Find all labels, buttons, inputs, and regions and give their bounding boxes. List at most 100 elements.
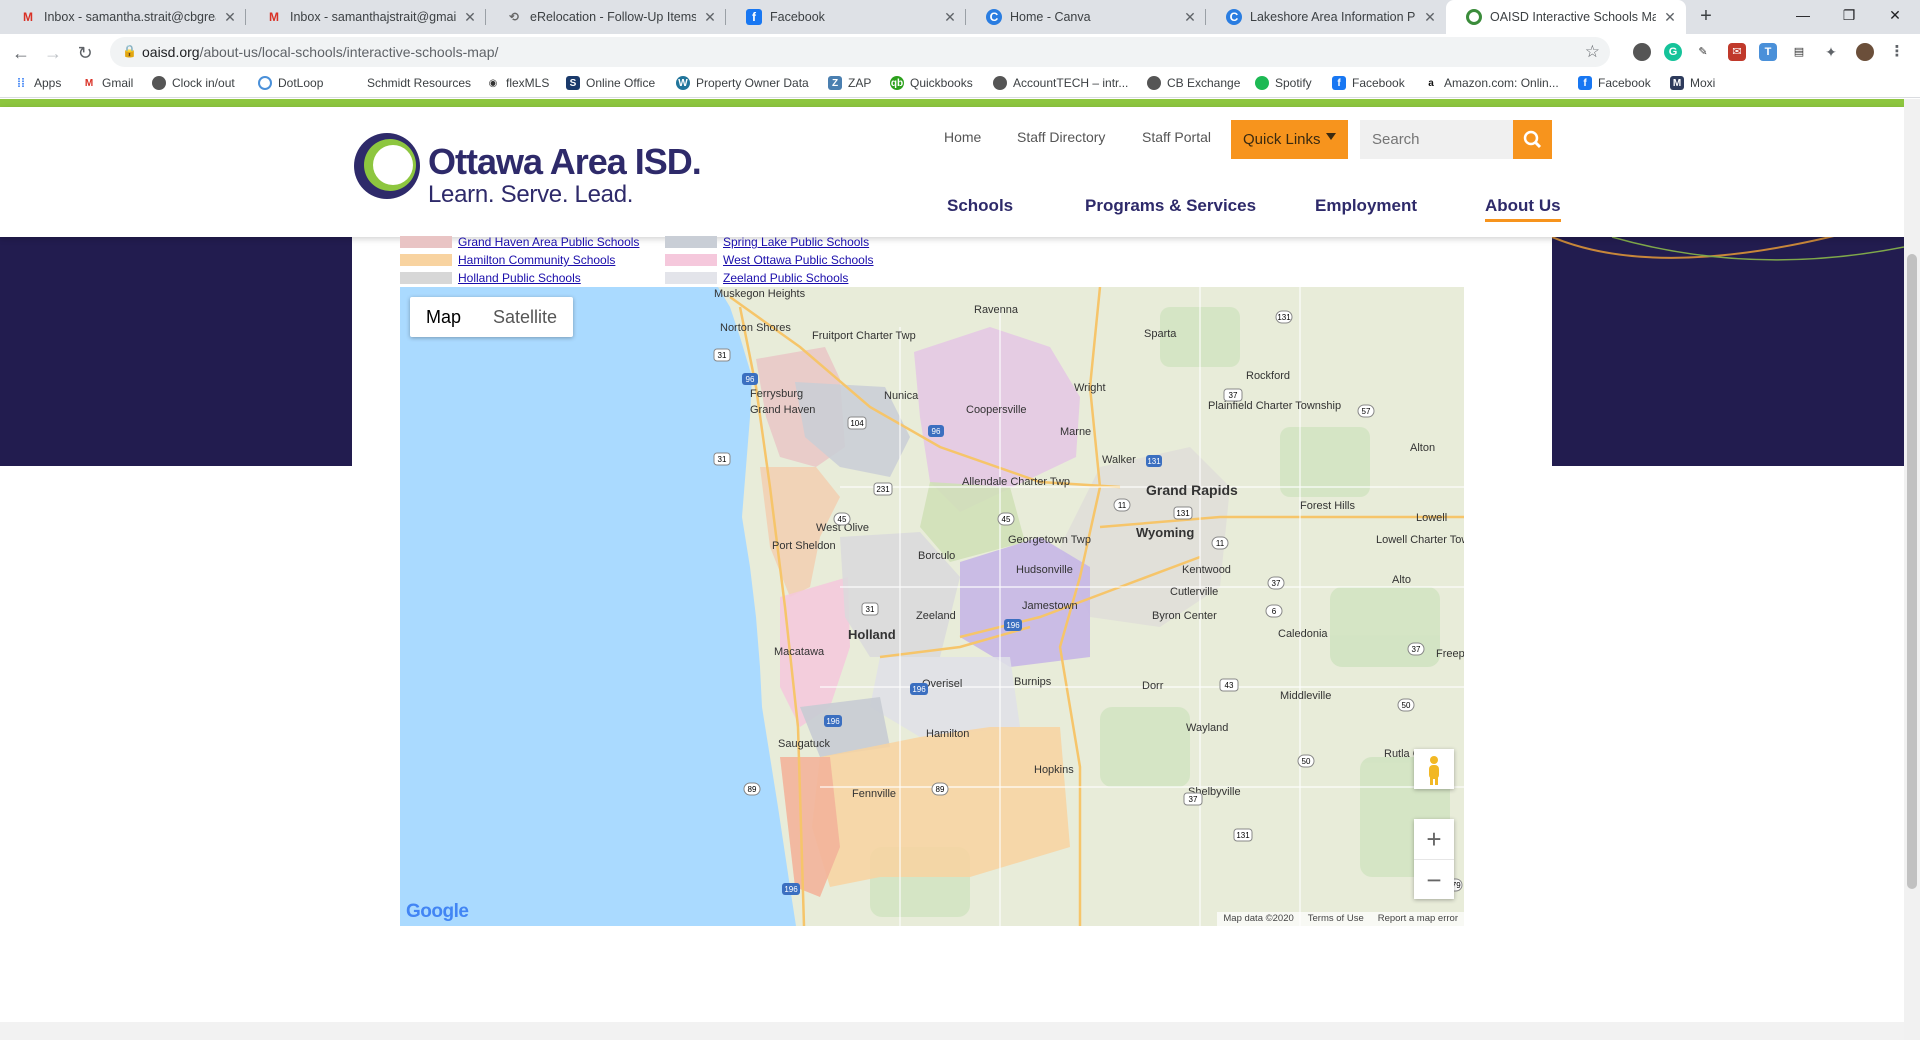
close-icon[interactable]: ✕ <box>1422 9 1438 26</box>
bookmark-item[interactable]: M Moxi <box>1670 76 1715 90</box>
tab-title: Facebook <box>770 10 825 24</box>
minimize-icon[interactable]: — <box>1780 0 1826 30</box>
legend-link[interactable]: Hamilton Community Schools <box>458 253 615 267</box>
report-map-error-link[interactable]: Report a map error <box>1378 912 1458 926</box>
place-label: Kentwood <box>1182 564 1231 576</box>
forward-icon[interactable]: → <box>40 40 66 66</box>
scrollbar-thumb[interactable] <box>1907 254 1917 889</box>
close-icon[interactable]: ✕ <box>702 9 718 26</box>
quick-links-button[interactable]: Quick Links <box>1231 120 1348 159</box>
bookmark-item[interactable]: W Property Owner Data <box>676 76 809 90</box>
close-icon[interactable]: ✕ <box>1662 9 1678 26</box>
place-label: Dorr <box>1142 680 1164 692</box>
bookmark-star-icon[interactable]: ☆ <box>1585 42 1600 62</box>
browser-tab[interactable]: ⟲ eRelocation - Follow-Up Items D ✕ <box>486 0 726 34</box>
map-data-credit: Map data ©2020 <box>1223 913 1294 924</box>
place-label: Sparta <box>1144 328 1177 340</box>
place-label: Freepo <box>1436 648 1464 660</box>
bookmark-item[interactable]: M Gmail <box>82 76 133 90</box>
route-shield: 196 <box>910 683 928 695</box>
close-icon[interactable]: ✕ <box>222 9 238 26</box>
page-viewport: Ottawa Area ISD. Learn. Serve. Lead. Hom… <box>0 99 1904 1040</box>
place-label: Grand Haven <box>750 404 815 416</box>
map-canvas[interactable]: Muskegon Heights Norton Shores Fruitport… <box>400 287 1464 926</box>
profile-avatar[interactable] <box>1856 43 1874 61</box>
tab-title: Lakeshore Area Information Pack <box>1250 10 1416 24</box>
browser-tab[interactable]: M Inbox - samanthajstrait@gmail.co ✕ <box>246 0 486 34</box>
legend-item[interactable]: Holland Public Schools <box>400 271 581 285</box>
legend-item[interactable]: Hamilton Community Schools <box>400 253 615 267</box>
map-type-satellite-button[interactable]: Satellite <box>477 297 573 337</box>
bookmark-item[interactable]: Z ZAP <box>828 76 871 90</box>
reload-icon[interactable]: ↻ <box>72 40 98 66</box>
bookmark-item[interactable]: qb Quickbooks <box>890 76 973 90</box>
pegman-icon[interactable] <box>1414 749 1454 789</box>
legend-item[interactable]: Grand Haven Area Public Schools <box>400 235 639 249</box>
document-extension-icon[interactable]: ▤ <box>1790 43 1808 61</box>
browser-tab[interactable]: f Facebook ✕ <box>726 0 966 34</box>
new-tab-button[interactable]: + <box>1694 5 1718 29</box>
legend-item[interactable]: Zeeland Public Schools <box>665 271 848 285</box>
search-button[interactable] <box>1513 120 1552 159</box>
browser-tab[interactable]: C Home - Canva ✕ <box>966 0 1206 34</box>
grammarly-icon[interactable]: G <box>1664 43 1682 61</box>
pen-extension-icon[interactable]: ✎ <box>1694 43 1712 61</box>
extension-icon[interactable]: T <box>1759 43 1777 61</box>
terms-of-use-link[interactable]: Terms of Use <box>1308 912 1364 926</box>
bookmark-item[interactable]: Clock in/out <box>152 76 235 90</box>
page-scrollbar[interactable] <box>1904 99 1920 1040</box>
bookmark-item[interactable]: S Online Office <box>566 76 655 90</box>
browser-tab[interactable]: C Lakeshore Area Information Pack ✕ <box>1206 0 1446 34</box>
place-label: Byron Center <box>1152 610 1217 622</box>
extension-icon[interactable] <box>1633 43 1651 61</box>
bookmark-item[interactable]: Spotify <box>1255 76 1312 90</box>
search-input[interactable] <box>1360 120 1513 159</box>
bookmark-item[interactable]: f Facebook <box>1578 76 1651 90</box>
close-icon[interactable]: ✕ <box>462 9 478 26</box>
legend-item[interactable]: West Ottawa Public Schools <box>665 253 874 267</box>
browser-tab[interactable]: M Inbox - samantha.strait@cbgreat ✕ <box>0 0 246 34</box>
bookmark-item[interactable]: ◉ flexMLS <box>486 76 549 90</box>
google-logo[interactable]: Google <box>406 901 469 923</box>
tab-title: eRelocation - Follow-Up Items D <box>530 10 696 24</box>
place-label: Saugatuck <box>778 738 830 750</box>
url-text: oaisd.org/about-us/local-schools/interac… <box>142 44 499 60</box>
legend-link[interactable]: West Ottawa Public Schools <box>723 253 874 267</box>
legend-link[interactable]: Grand Haven Area Public Schools <box>458 235 639 249</box>
back-icon[interactable]: ← <box>8 40 34 66</box>
close-icon[interactable]: ✕ <box>1182 9 1198 26</box>
address-bar[interactable]: 🔒 oaisd.org/about-us/local-schools/inter… <box>110 37 1610 67</box>
bookmark-item[interactable]: a Amazon.com: Onlin... <box>1424 76 1559 90</box>
util-link-staff-directory[interactable]: Staff Directory <box>1017 129 1105 145</box>
bookmark-item[interactable]: CB Exchange <box>1147 76 1240 90</box>
nav-employment[interactable]: Employment <box>1315 196 1417 216</box>
interactive-schools-map[interactable]: Muskegon Heights Norton Shores Fruitport… <box>400 287 1464 926</box>
zoom-out-button[interactable]: − <box>1414 859 1454 899</box>
restore-icon[interactable]: ❐ <box>1826 0 1872 30</box>
nav-programs-services[interactable]: Programs & Services <box>1085 196 1256 216</box>
bookmark-item[interactable]: Schmidt Resources <box>367 76 471 90</box>
nav-about-us[interactable]: About Us <box>1485 196 1561 222</box>
menu-icon[interactable]: ⋮ <box>1888 43 1906 61</box>
route-shield: 37 <box>1267 576 1285 590</box>
legend-link[interactable]: Zeeland Public Schools <box>723 271 848 285</box>
util-link-home[interactable]: Home <box>944 129 981 145</box>
close-window-icon[interactable]: ✕ <box>1872 0 1918 30</box>
extensions-puzzle-icon[interactable]: ✦ <box>1822 43 1840 61</box>
browser-tab-active[interactable]: OAISD Interactive Schools Map - ✕ <box>1446 0 1686 34</box>
bookmark-item[interactable]: DotLoop <box>258 76 323 90</box>
bookmark-item[interactable]: ⁞⁞ Apps <box>14 76 61 90</box>
extension-icon[interactable]: ✉ <box>1728 43 1746 61</box>
bookmark-item[interactable]: f Facebook <box>1332 76 1405 90</box>
place-label: Hopkins <box>1034 764 1074 776</box>
zoom-in-button[interactable]: + <box>1414 819 1454 859</box>
legend-link[interactable]: Holland Public Schools <box>458 271 581 285</box>
bookmark-item[interactable]: AccountTECH – intr... <box>993 76 1128 90</box>
legend-item[interactable]: Spring Lake Public Schools <box>665 235 869 249</box>
close-icon[interactable]: ✕ <box>942 9 958 26</box>
map-type-control: Map Satellite <box>410 297 574 337</box>
util-link-staff-portal[interactable]: Staff Portal <box>1142 129 1211 145</box>
legend-link[interactable]: Spring Lake Public Schools <box>723 235 869 249</box>
nav-schools[interactable]: Schools <box>947 196 1013 216</box>
map-type-map-button[interactable]: Map <box>410 297 477 337</box>
